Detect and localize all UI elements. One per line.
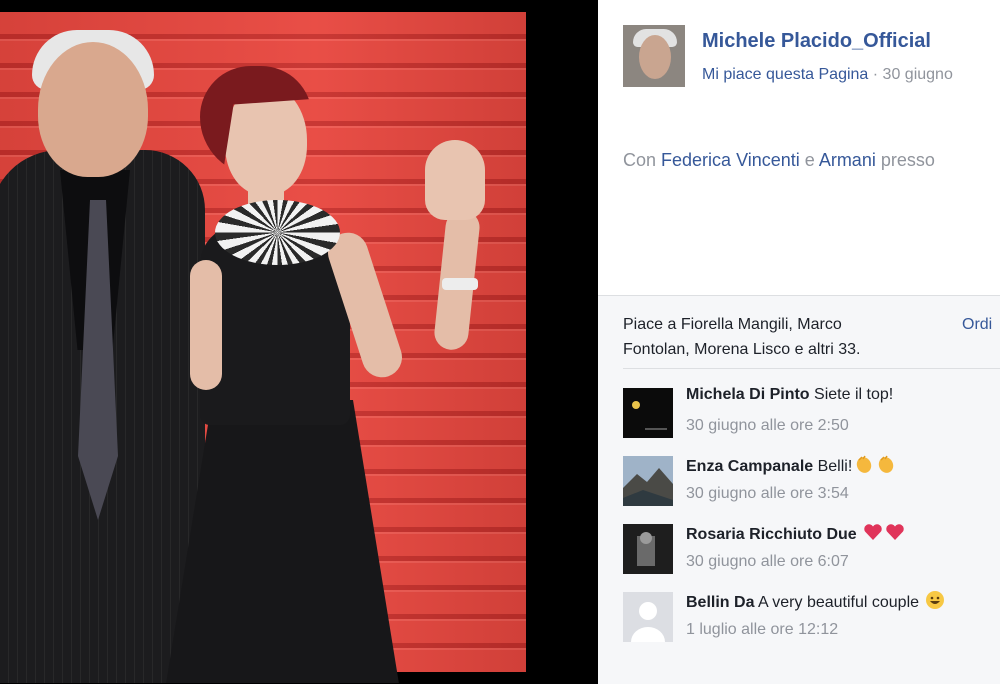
clapping-hands-icon: [852, 455, 874, 475]
heart-icon: [861, 524, 883, 543]
like-page-link[interactable]: Mi piace questa Pagina: [702, 66, 868, 83]
comment-body: Siete il top!: [809, 386, 894, 403]
waving-hand: [425, 140, 485, 220]
bracelet: [442, 278, 478, 290]
likes-summary[interactable]: Piace a Fiorella Mangili, Marco Fontolan…: [623, 312, 893, 362]
smile-icon: [923, 591, 945, 611]
comment-body: A very beautiful couple: [754, 594, 924, 611]
woman-left-arm: [190, 260, 222, 390]
comments-section: Piace a Fiorella Mangili, Marco Fontolan…: [598, 295, 1000, 684]
caption-suffix: presso: [875, 150, 935, 170]
man-head: [38, 42, 148, 177]
sort-comments-link[interactable]: Ordi: [962, 316, 992, 334]
post-date[interactable]: 30 giugno: [883, 66, 953, 83]
comment-text: Michela Di Pinto Siete il top!: [686, 386, 893, 404]
clapping-hands-icon: [874, 455, 896, 475]
comment-author[interactable]: Enza Campanale: [686, 458, 813, 475]
post-meta: Mi piace questa Pagina · 30 giugno: [702, 66, 953, 84]
comment-time[interactable]: 1 luglio alle ore 12:12: [686, 621, 838, 639]
comment-time[interactable]: 30 giugno alle ore 6:07: [686, 553, 849, 571]
comment-item: Enza Campanale Belli! 30 giugno alle ore…: [623, 452, 1000, 512]
collar-necklace: [215, 200, 340, 265]
meta-separator: ·: [868, 66, 883, 83]
comment-item: Rosaria Ricchiuto Due 30 giugno alle ore…: [623, 520, 1000, 580]
comment-text: Rosaria Ricchiuto Due: [686, 522, 905, 544]
comment-text: Bellin Da A very beautiful couple: [686, 590, 945, 612]
default-avatar-icon[interactable]: [623, 592, 673, 642]
comment-text: Enza Campanale Belli!: [686, 454, 896, 476]
commenter-avatar[interactable]: [623, 388, 673, 438]
page-avatar[interactable]: [623, 25, 685, 87]
comment-body: Belli!: [813, 458, 853, 475]
post-caption: Con Federica Vincenti e Armani presso: [623, 150, 935, 171]
comment-author[interactable]: Rosaria Ricchiuto Due: [686, 526, 857, 543]
commenter-avatar[interactable]: [623, 524, 673, 574]
comment-item: Michela Di Pinto Siete il top! 30 giugno…: [623, 384, 1000, 444]
commenter-avatar[interactable]: [623, 456, 673, 506]
caption-and: e: [799, 150, 819, 170]
post-side-panel: Michele Placido_Official Mi piace questa…: [598, 0, 1000, 684]
caption-prefix: Con: [623, 150, 662, 170]
tag-link-2[interactable]: Armani: [819, 150, 876, 170]
divider: [623, 368, 1000, 369]
post-photo[interactable]: [0, 0, 598, 683]
tag-link-1[interactable]: Federica Vincenti: [661, 150, 800, 170]
heart-icon: [883, 524, 905, 543]
comment-author[interactable]: Bellin Da: [686, 594, 754, 611]
comment-item: Bellin Da A very beautiful couple 1 lugl…: [623, 588, 1000, 648]
comment-time[interactable]: 30 giugno alle ore 2:50: [686, 417, 849, 435]
page-name-link[interactable]: Michele Placido_Official: [702, 30, 931, 53]
post-header: Michele Placido_Official Mi piace questa…: [598, 0, 1000, 295]
comment-author[interactable]: Michela Di Pinto: [686, 386, 810, 403]
comment-time[interactable]: 30 giugno alle ore 3:54: [686, 485, 849, 503]
